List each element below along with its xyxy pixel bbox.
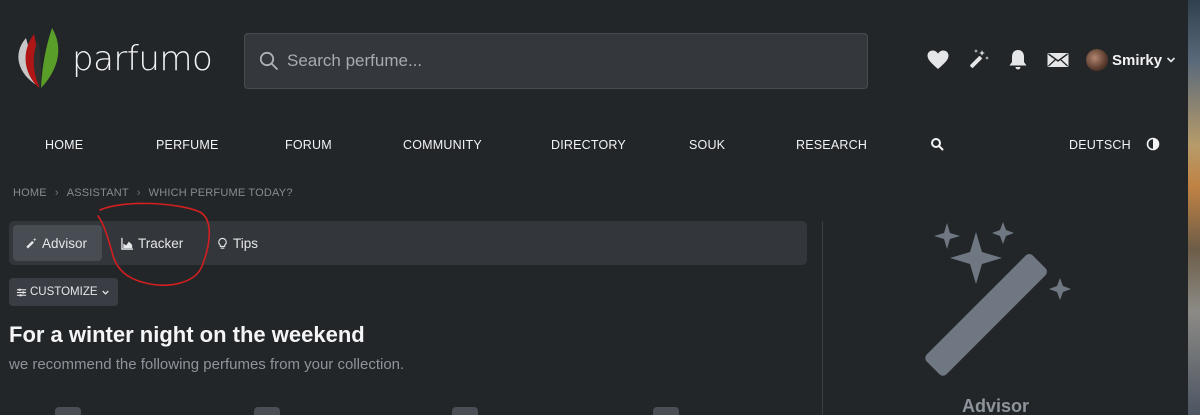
nav-item-forum[interactable]: FORUM xyxy=(285,138,332,152)
breadcrumb-assistant[interactable]: ASSISTANT xyxy=(67,187,129,199)
site-header: parfumo Search perfume... Smirky xyxy=(0,0,1188,120)
search-input[interactable] xyxy=(287,51,847,71)
customize-button[interactable]: CUSTOMIZE xyxy=(9,278,118,306)
nav-item-directory[interactable]: DIRECTORY xyxy=(551,138,626,152)
sliders-icon xyxy=(16,288,27,296)
breadcrumb-current: WHICH PERFUME TODAY? xyxy=(148,187,293,199)
magic-wand-illustration-icon xyxy=(925,222,1071,376)
page-title: For a winter night on the weekend xyxy=(9,322,365,347)
tab-tips[interactable]: Tips xyxy=(204,225,270,261)
notifications-button[interactable] xyxy=(1004,46,1032,74)
theme-toggle-icon[interactable] xyxy=(1146,137,1160,151)
area-chart-icon xyxy=(121,237,134,250)
user-name: Smirky xyxy=(1112,51,1163,69)
main-navigation: HOME PERFUME FORUM COMMUNITY DIRECTORY S… xyxy=(0,134,1188,158)
assistant-tabs: Advisor Tracker Tips xyxy=(9,221,807,265)
breadcrumb: HOME › ASSISTANT › WHICH PERFUME TODAY? xyxy=(13,187,293,199)
perfume-card[interactable] xyxy=(55,407,81,415)
tab-tips-label: Tips xyxy=(233,235,259,251)
envelope-icon xyxy=(1047,53,1069,67)
breadcrumb-home[interactable]: HOME xyxy=(13,187,47,199)
perfume-card[interactable] xyxy=(254,407,280,415)
perfume-card[interactable] xyxy=(452,407,478,415)
bell-icon xyxy=(1009,50,1027,70)
background-photo-strip xyxy=(1188,0,1200,415)
nav-item-community[interactable]: COMMUNITY xyxy=(403,138,482,152)
breadcrumb-separator-icon: › xyxy=(54,187,59,199)
user-menu[interactable]: Smirky xyxy=(1086,49,1177,71)
tab-tracker-label: Tracker xyxy=(138,235,184,251)
customize-label: CUSTOMIZE xyxy=(30,286,98,298)
heart-icon xyxy=(927,50,949,69)
search-bar[interactable] xyxy=(244,33,868,89)
nav-item-souk[interactable]: SOUK xyxy=(689,138,725,152)
magic-wand-icon xyxy=(970,49,989,68)
perfume-card[interactable] xyxy=(653,407,679,415)
breadcrumb-separator-icon: › xyxy=(136,187,141,199)
nav-item-home[interactable]: HOME xyxy=(45,138,83,152)
chevron-down-icon xyxy=(101,290,109,295)
favorites-button[interactable] xyxy=(924,46,952,74)
nav-item-perfume[interactable]: PERFUME xyxy=(156,138,219,152)
messages-button[interactable] xyxy=(1044,46,1072,74)
magic-wand-icon xyxy=(26,237,37,249)
parfumo-logo[interactable]: parfumo xyxy=(8,24,218,94)
avatar xyxy=(1086,49,1108,71)
language-switch[interactable]: DEUTSCH xyxy=(1069,138,1131,152)
aside-heading: Advisor xyxy=(962,396,1030,415)
chevron-down-icon xyxy=(1166,57,1176,63)
lightbulb-icon xyxy=(218,237,227,249)
assistant-button[interactable] xyxy=(964,46,992,74)
search-icon xyxy=(259,51,278,70)
tab-tracker[interactable]: Tracker xyxy=(109,225,195,261)
nav-search-icon[interactable] xyxy=(930,137,944,151)
nav-item-research[interactable]: RESEARCH xyxy=(796,138,867,152)
tab-advisor-label: Advisor xyxy=(42,235,88,251)
logo-leaves-icon xyxy=(18,28,59,88)
page-subtitle: we recommend the following perfumes from… xyxy=(9,356,405,373)
column-divider xyxy=(822,221,823,415)
tab-advisor[interactable]: Advisor xyxy=(13,225,102,261)
brand-name: parfumo xyxy=(72,39,213,79)
header-actions xyxy=(924,46,1084,74)
